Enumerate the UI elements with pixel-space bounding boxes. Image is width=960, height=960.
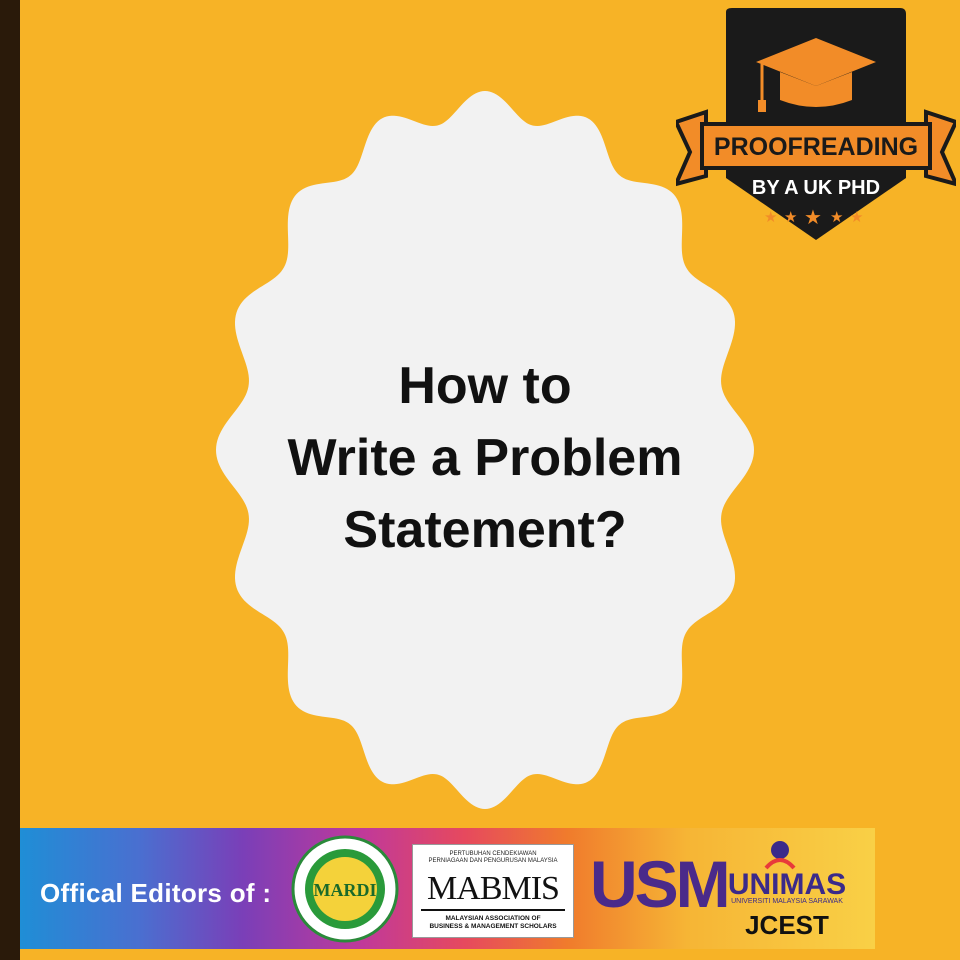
badge-text-line-1: PROOFREADING — [714, 133, 918, 161]
mabmis-top-text-1: PERTUBUHAN CENDEKIAWAN — [449, 851, 537, 857]
mabmis-bottom-text-2: BUSINESS & MANAGEMENT SCHOLARS — [429, 923, 557, 930]
proofreading-badge: PROOFREADING BY A UK PHD ★ ★ ★ ★ ★ — [676, 8, 956, 240]
mardi-text: MARDI — [314, 880, 377, 900]
mabmis-top-text-2: PERNIAGAAN DAN PENGURUSAN MALAYSIA — [428, 858, 558, 864]
official-editors-banner: Offical Editors of : MARDI PERTUBUHAN CE… — [20, 828, 875, 949]
star-icon: ★ — [850, 208, 863, 226]
title-line-1: How to — [398, 357, 572, 415]
jcest-text: JCEST — [745, 910, 829, 940]
page-title: How to Write a Problem Statement? — [200, 350, 770, 566]
badge-text-line-2: BY A UK PHD — [752, 177, 880, 199]
mabmis-wordmark: MABMIS — [427, 870, 560, 907]
title-line-3: Statement? — [343, 501, 627, 559]
banner-label: Offical Editors of : — [40, 878, 272, 908]
unimas-wordmark: UNIMAS — [727, 868, 847, 901]
unimas-emblem-icon — [764, 841, 796, 870]
title-line-2: Write a Problem — [287, 429, 683, 487]
unimas-subtitle: UNIVERSITI MALAYSIA SARAWAK — [731, 898, 843, 905]
star-icon: ★ — [764, 208, 777, 226]
mabmis-bottom-text-1: MALAYSIAN ASSOCIATION OF — [445, 915, 541, 922]
mabmis-logo: PERTUBUHAN CENDEKIAWAN PERNIAGAAN DAN PE… — [412, 844, 574, 938]
star-icon: ★ — [784, 208, 797, 226]
mabmis-divider — [421, 909, 565, 911]
star-icon: ★ — [830, 208, 843, 226]
star-icon: ★ — [804, 205, 822, 229]
left-edge-bar — [0, 0, 20, 960]
mardi-logo: MARDI — [291, 835, 399, 943]
usm-logo: USM — [590, 847, 731, 921]
